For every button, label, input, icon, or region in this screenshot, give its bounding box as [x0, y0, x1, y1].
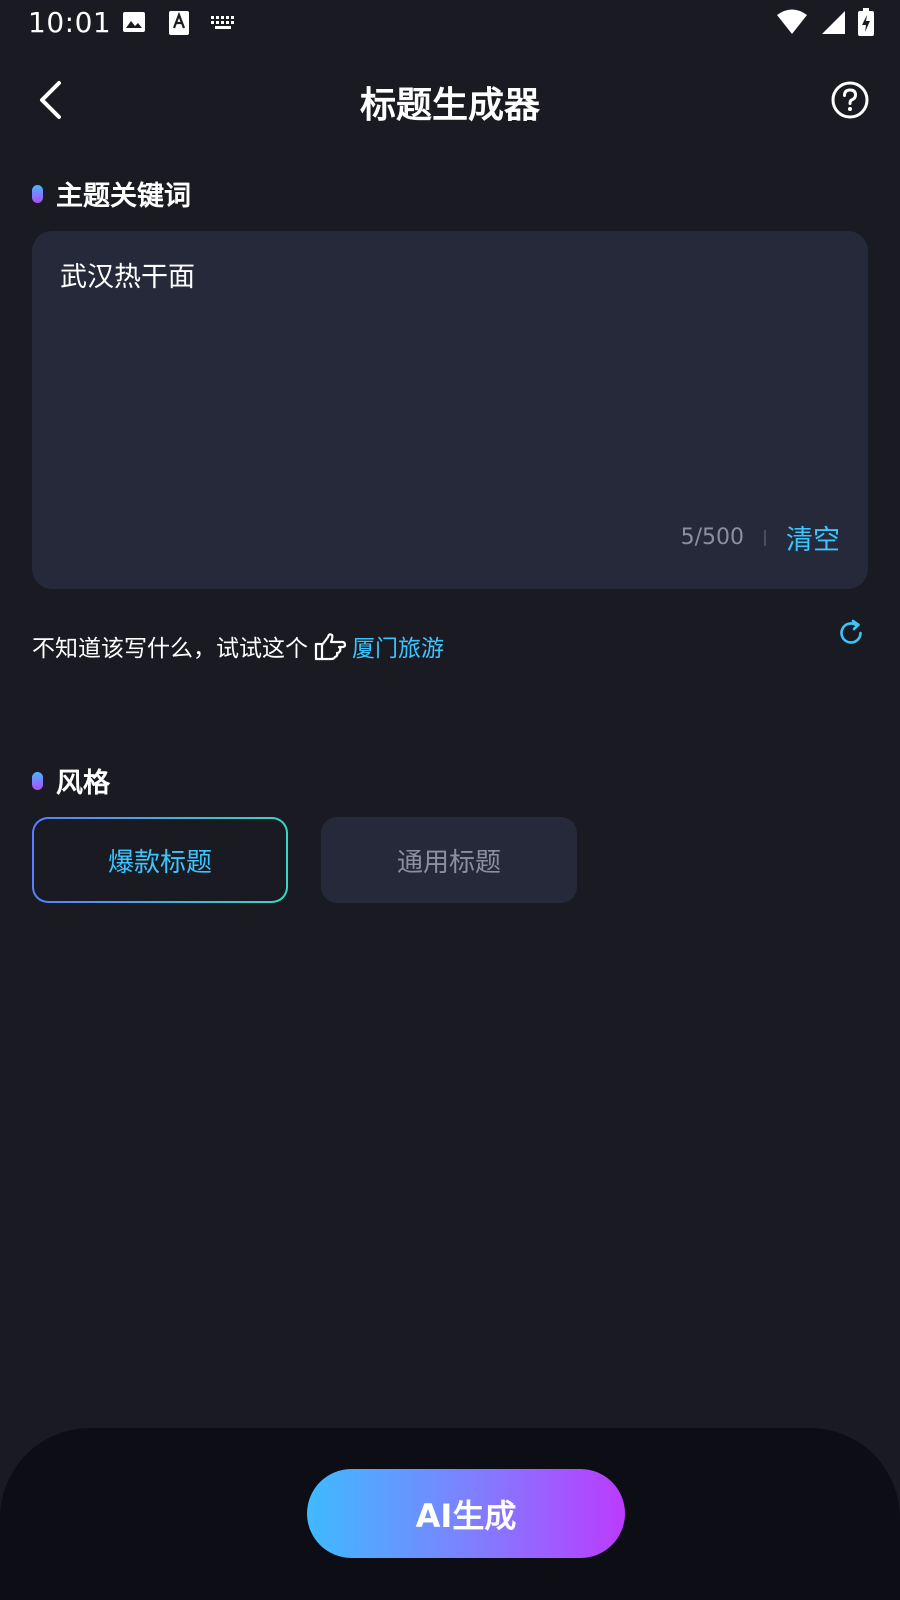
header: 标题生成器: [0, 58, 900, 144]
pointing-hand-icon: [314, 631, 346, 661]
style-section-heading: 风格: [32, 761, 110, 800]
image-icon: [122, 10, 146, 38]
refresh-icon: [840, 619, 862, 644]
suggestion-prompt: 不知道该写什么，试试这个: [32, 636, 308, 662]
style-option-viral-title[interactable]: 爆款标题: [32, 817, 288, 903]
text-a-icon: [168, 10, 190, 40]
clear-button[interactable]: 清空: [786, 518, 840, 557]
page-title: 标题生成器: [359, 85, 540, 126]
help-circle-icon: [831, 81, 869, 119]
signal-icon: [820, 9, 846, 39]
battery-charging-icon: [858, 8, 874, 40]
keyword-input[interactable]: 武汉热干面: [60, 255, 840, 294]
status-time: 10:01: [28, 6, 112, 39]
keyword-heading-label: 主题关键词: [56, 181, 191, 212]
section-marker: [32, 771, 43, 790]
style-heading-label: 风格: [56, 768, 110, 799]
keyword-input-footer: 5/500 清空: [681, 518, 840, 557]
keyword-input-box[interactable]: 武汉热干面 5/500 清空: [32, 231, 868, 589]
char-count: 5/500: [680, 525, 744, 550]
footer-divider: [764, 529, 766, 546]
suggestion-row: 不知道该写什么，试试这个 厦门旅游: [32, 626, 872, 666]
refresh-button[interactable]: [836, 618, 868, 650]
style-option-general-title[interactable]: 通用标题: [321, 817, 577, 903]
status-right-icons: [776, 8, 874, 40]
help-button[interactable]: [830, 80, 870, 120]
keyboard-icon: [210, 14, 236, 36]
keyword-section-heading: 主题关键词: [32, 174, 191, 213]
ai-generate-button[interactable]: AI生成: [307, 1469, 625, 1558]
suggestion-example-link[interactable]: 厦门旅游: [352, 629, 444, 663]
wifi-icon: [776, 9, 808, 39]
status-bar: 10:01: [0, 0, 900, 48]
section-marker: [32, 184, 43, 203]
